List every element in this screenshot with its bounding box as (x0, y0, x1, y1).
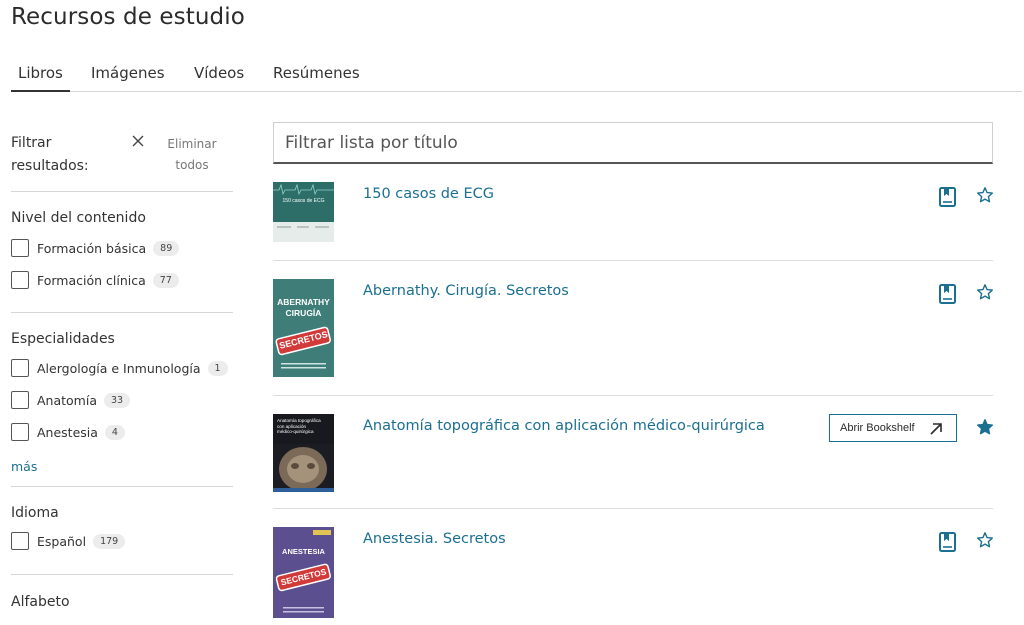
book-item: ABERNATHY CIRUGÍA SECRETOS Abernathy. Ci… (273, 279, 993, 377)
checkbox[interactable] (11, 239, 29, 257)
divider (11, 574, 233, 575)
checkbox[interactable] (11, 359, 29, 377)
section-title-nivel: Nivel del contenido (11, 210, 146, 226)
star-outline-icon[interactable] (976, 531, 994, 549)
book-bookmark-icon[interactable] (936, 282, 958, 306)
section-title-alfabeto: Alfabeto (11, 594, 70, 610)
arrow-up-right-icon (930, 423, 942, 435)
section-title-especialidades: Especialidades (11, 331, 115, 347)
divider (273, 395, 993, 396)
show-more-link[interactable]: más (11, 459, 37, 474)
book-bookmark-icon[interactable] (936, 185, 958, 209)
book-item: ANESTESIA SECRETOS Anestesia. Secretos (273, 527, 993, 618)
count-badge: 179 (93, 533, 126, 549)
checkbox[interactable] (11, 423, 29, 441)
book-title-link[interactable]: Anatomía topográfica con aplicación médi… (363, 418, 765, 434)
book-cover-image (273, 182, 334, 242)
book-title-link[interactable]: Anestesia. Secretos (363, 531, 506, 547)
tab-videos[interactable]: Vídeos (187, 62, 251, 92)
filter-option-formacion-clinica[interactable]: Formación clínica 77 (11, 270, 179, 290)
checkbox[interactable] (11, 271, 29, 289)
star-outline-icon[interactable] (976, 186, 994, 204)
clear-all-button[interactable]: Eliminar todos (161, 134, 223, 176)
count-badge: 33 (104, 392, 131, 408)
filter-option-anatomia[interactable]: Anatomía 33 (11, 390, 131, 410)
book-cover[interactable]: 150 casos de ECG (273, 182, 334, 242)
tab-libros[interactable]: Libros (11, 62, 70, 92)
book-cover[interactable]: ABERNATHY CIRUGÍA SECRETOS (273, 279, 334, 377)
count-badge: 4 (104, 424, 125, 440)
tab-bar: Libros Imágenes Vídeos Resúmenes (11, 62, 1022, 92)
filter-option-espanol[interactable]: Español 179 (11, 531, 126, 551)
filter-option-label: Formación básica (37, 240, 147, 256)
book-title-link[interactable]: Abernathy. Cirugía. Secretos (363, 283, 569, 299)
count-badge: 89 (153, 240, 180, 256)
divider (273, 260, 993, 261)
close-icon[interactable] (131, 134, 145, 148)
filter-results-label: Filtrar resultados: (11, 135, 89, 174)
filter-option-label: Alergología e Inmunología (37, 360, 201, 376)
book-cover[interactable]: ANESTESIA SECRETOS (273, 527, 334, 618)
book-item: 150 casos de ECG 150 casos de ECG (273, 182, 993, 242)
filter-option-label: Anestesia (37, 424, 98, 440)
tab-imagenes[interactable]: Imágenes (84, 62, 172, 92)
book-item: Anatomía topográfica con aplicación médi… (273, 414, 993, 492)
book-cover-title: 150 casos de ECG (282, 198, 325, 204)
checkbox[interactable] (11, 532, 29, 550)
count-badge: 1 (207, 360, 228, 376)
book-title-link[interactable]: 150 casos de ECG (363, 186, 494, 202)
page-title: Recursos de estudio (11, 4, 245, 30)
count-badge: 77 (152, 272, 179, 288)
filter-option-alergologia[interactable]: Alergología e Inmunología 1 (11, 358, 228, 378)
filter-option-label: Anatomía (37, 392, 97, 408)
divider (11, 486, 233, 487)
filter-option-label: Español (37, 533, 87, 549)
checkbox[interactable] (11, 391, 29, 409)
book-cover-title: Anatomía topográfica con aplicación médi… (277, 418, 321, 435)
divider (273, 508, 993, 509)
book-cover-image (275, 326, 332, 369)
filter-option-label: Formación clínica (37, 272, 146, 288)
tab-resumenes[interactable]: Resúmenes (266, 62, 367, 92)
star-filled-icon[interactable] (976, 418, 994, 436)
divider (11, 191, 233, 192)
open-bookshelf-label: Abrir Bookshelf (840, 422, 915, 434)
section-title-idioma: Idioma (11, 505, 59, 521)
open-bookshelf-button[interactable]: Abrir Bookshelf (829, 414, 957, 442)
book-bookmark-icon[interactable] (936, 530, 958, 554)
divider (11, 312, 233, 313)
filter-option-formacion-basica[interactable]: Formación básica 89 (11, 238, 180, 258)
title-filter-input[interactable] (273, 122, 993, 164)
star-outline-icon[interactable] (976, 283, 994, 301)
filter-option-anestesia[interactable]: Anestesia 4 (11, 422, 125, 442)
book-cover[interactable]: Anatomía topográfica con aplicación médi… (273, 414, 334, 492)
